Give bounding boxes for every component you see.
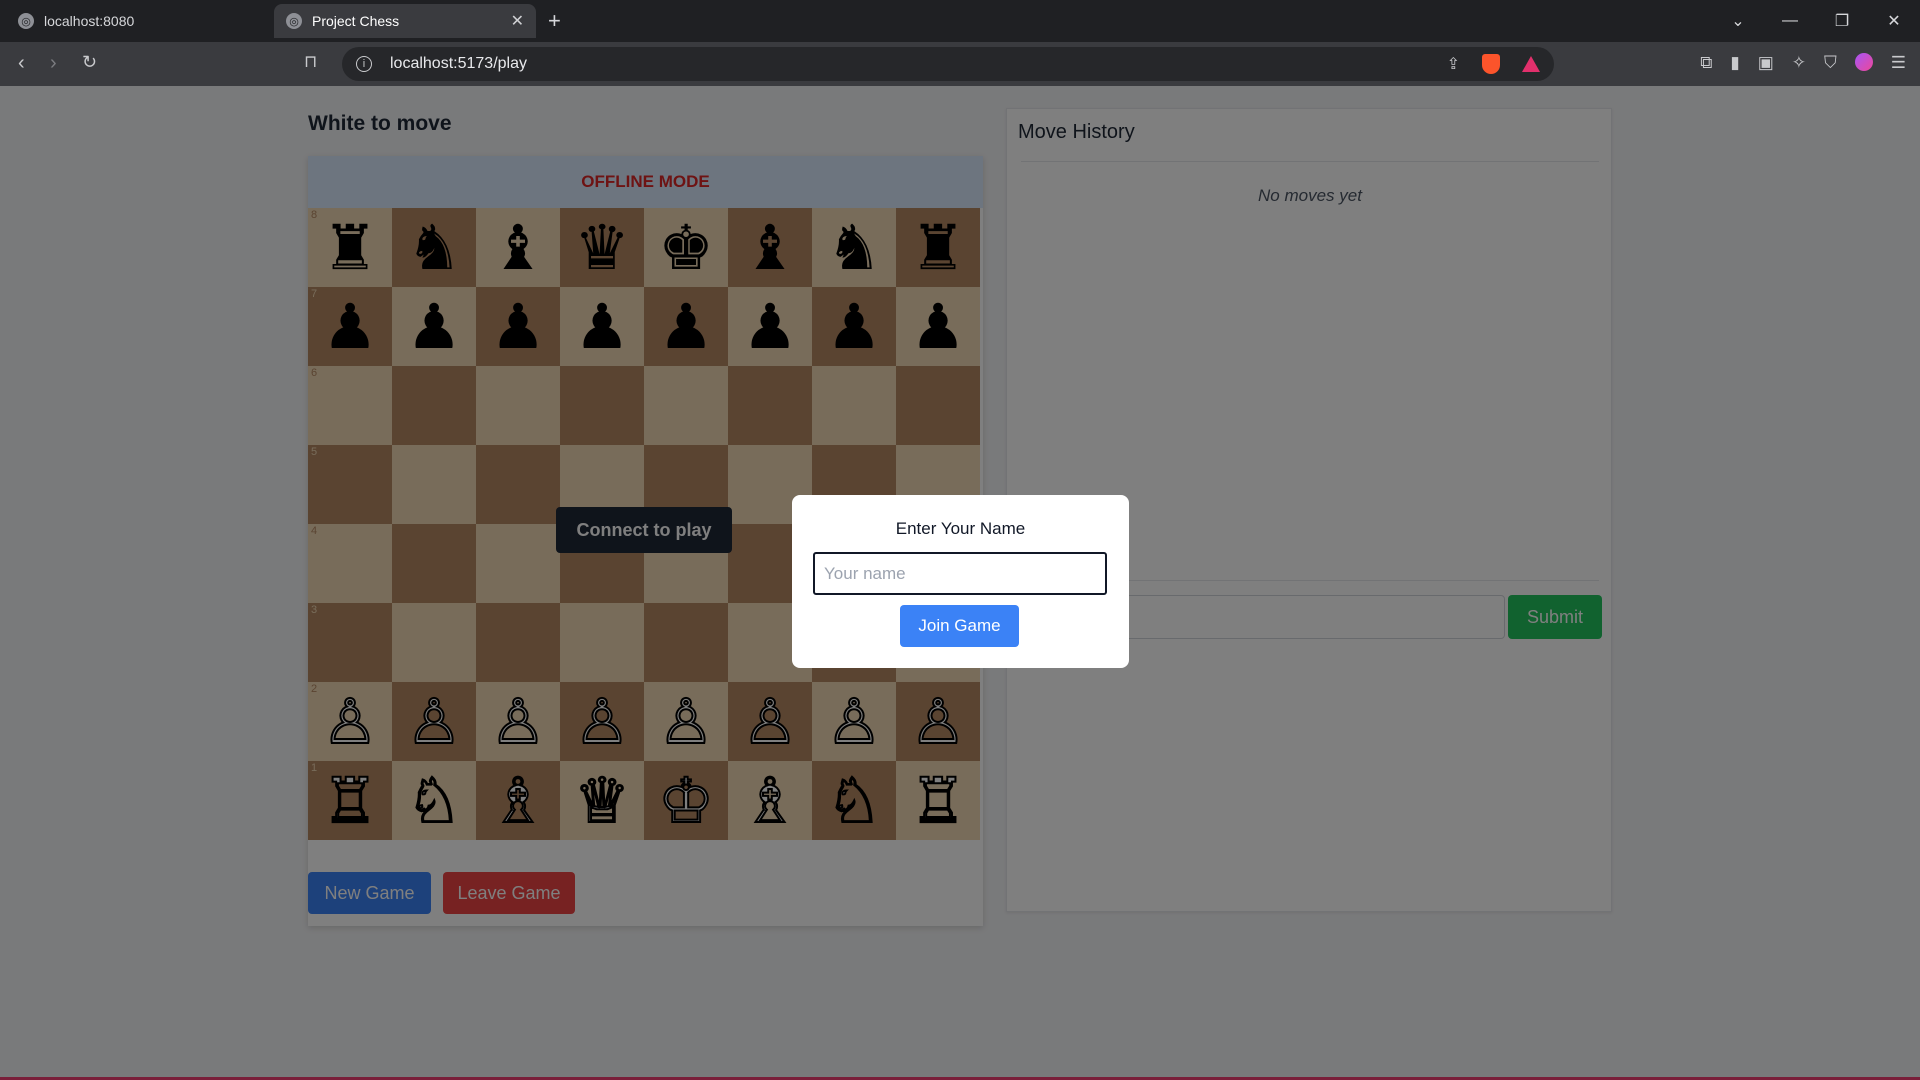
url-text: localhost:5173/play xyxy=(390,55,527,72)
tab-project-chess[interactable]: ◎ Project Chess ✕ xyxy=(274,4,536,38)
back-icon[interactable]: ‹ xyxy=(18,52,25,75)
tab-title: localhost:8080 xyxy=(44,13,135,29)
wallet-icon[interactable]: ▣ xyxy=(1758,53,1774,73)
site-info-icon[interactable]: i xyxy=(356,56,372,72)
extensions-icon[interactable]: ⧉ xyxy=(1700,53,1712,73)
brave-rewards-icon[interactable] xyxy=(1522,56,1540,72)
restore-icon[interactable]: ❐ xyxy=(1816,11,1868,31)
profile-icon[interactable] xyxy=(1854,53,1873,71)
share-icon[interactable]: ⇪ xyxy=(1447,54,1460,74)
tab-localhost-8080[interactable]: ◎ localhost:8080 xyxy=(6,4,270,38)
tab-title: Project Chess xyxy=(312,13,400,29)
toolbar-right: ⧉ ▮ ▣ ✧ ⛉ ☰ xyxy=(1700,53,1906,73)
bookmark-icon[interactable]: ⊓ xyxy=(304,52,317,72)
name-input[interactable]: Your name xyxy=(813,552,1107,595)
close-tab-icon[interactable]: ✕ xyxy=(511,11,524,31)
new-tab-icon[interactable]: + xyxy=(548,8,561,34)
name-dialog: Enter Your Name Your name Join Game xyxy=(792,495,1129,668)
address-bar[interactable]: i localhost:5173/play ⇪ xyxy=(342,47,1554,81)
sidebar-icon[interactable]: ▮ xyxy=(1730,53,1739,73)
vpn-icon[interactable]: ⛉ xyxy=(1824,53,1837,73)
menu-icon[interactable]: ☰ xyxy=(1891,53,1906,73)
globe-icon: ◎ xyxy=(286,13,302,29)
join-game-button[interactable]: Join Game xyxy=(900,605,1019,647)
window-controls: ⌄ — ❐ ✕ xyxy=(1712,0,1920,42)
tab-search-icon[interactable]: ⌄ xyxy=(1712,11,1764,31)
close-window-icon[interactable]: ✕ xyxy=(1868,11,1920,31)
brave-shield-icon[interactable] xyxy=(1482,54,1500,74)
browser-toolbar: ‹ › ↻ ⊓ i localhost:5173/play ⇪ ⧉ ▮ ▣ ✧ … xyxy=(0,42,1920,86)
dialog-title: Enter Your Name xyxy=(895,519,1026,538)
leo-icon[interactable]: ✧ xyxy=(1792,53,1806,73)
globe-icon: ◎ xyxy=(18,13,34,29)
minimize-icon[interactable]: — xyxy=(1764,12,1816,30)
browser-tab-strip: ◎ localhost:8080 ◎ Project Chess ✕ + ⌄ —… xyxy=(0,0,1920,42)
reload-icon[interactable]: ↻ xyxy=(82,52,97,73)
forward-icon[interactable]: › xyxy=(50,52,57,75)
